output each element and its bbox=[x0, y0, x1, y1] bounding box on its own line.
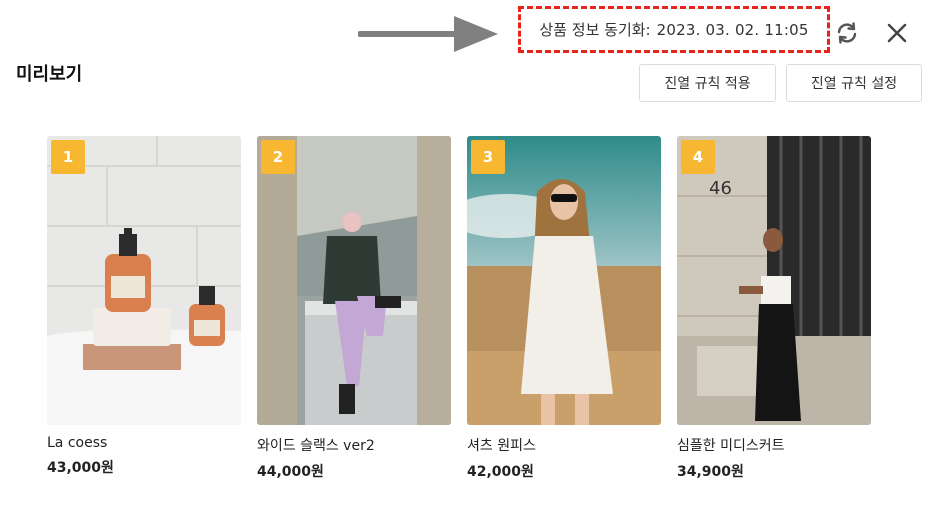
sync-info-highlight: 상품 정보 동기화: 2023. 03. 02. 11:05 bbox=[518, 6, 830, 53]
apply-display-rule-button[interactable]: 진열 규칙 적용 bbox=[639, 64, 776, 102]
rank-badge: 3 bbox=[471, 140, 505, 174]
rank-badge: 4 bbox=[681, 140, 715, 174]
product-price: 44,000원 bbox=[257, 464, 324, 480]
product-card[interactable]: 3 셔츠 원피스 42,000원 bbox=[467, 136, 661, 481]
product-price: 43,000원 bbox=[47, 460, 114, 476]
refresh-icon bbox=[837, 22, 857, 44]
product-card[interactable]: 1 La coess 43,000원 bbox=[47, 136, 241, 477]
product-image: 1 bbox=[47, 136, 241, 425]
close-button[interactable] bbox=[882, 18, 912, 48]
product-name: 셔츠 원피스 bbox=[467, 438, 536, 454]
close-icon bbox=[887, 23, 907, 43]
annotation-arrow bbox=[358, 16, 498, 52]
page-title: 미리보기 bbox=[16, 64, 83, 85]
product-name: 와이드 슬랙스 ver2 bbox=[257, 438, 375, 454]
sync-time: 2023. 03. 02. 11:05 bbox=[656, 20, 809, 39]
rank-badge: 1 bbox=[51, 140, 85, 174]
product-image: 3 bbox=[467, 136, 661, 425]
product-name: La coess bbox=[47, 435, 108, 451]
product-image: 46 4 bbox=[677, 136, 871, 425]
product-price: 34,900원 bbox=[677, 464, 744, 480]
product-card[interactable]: 2 와이드 슬랙스 ver2 44,000원 bbox=[257, 136, 451, 481]
sync-label: 상품 정보 동기화: bbox=[539, 21, 651, 39]
product-image: 2 bbox=[257, 136, 451, 425]
display-rule-settings-button[interactable]: 진열 규칙 설정 bbox=[786, 64, 922, 102]
svg-text:46: 46 bbox=[709, 178, 732, 199]
rank-badge: 2 bbox=[261, 140, 295, 174]
product-name: 심플한 미디스커트 bbox=[677, 438, 785, 454]
refresh-button[interactable] bbox=[832, 18, 862, 48]
product-card[interactable]: 46 4 심플한 미디스커트 34,900원 bbox=[677, 136, 871, 481]
product-price: 42,000원 bbox=[467, 464, 534, 480]
